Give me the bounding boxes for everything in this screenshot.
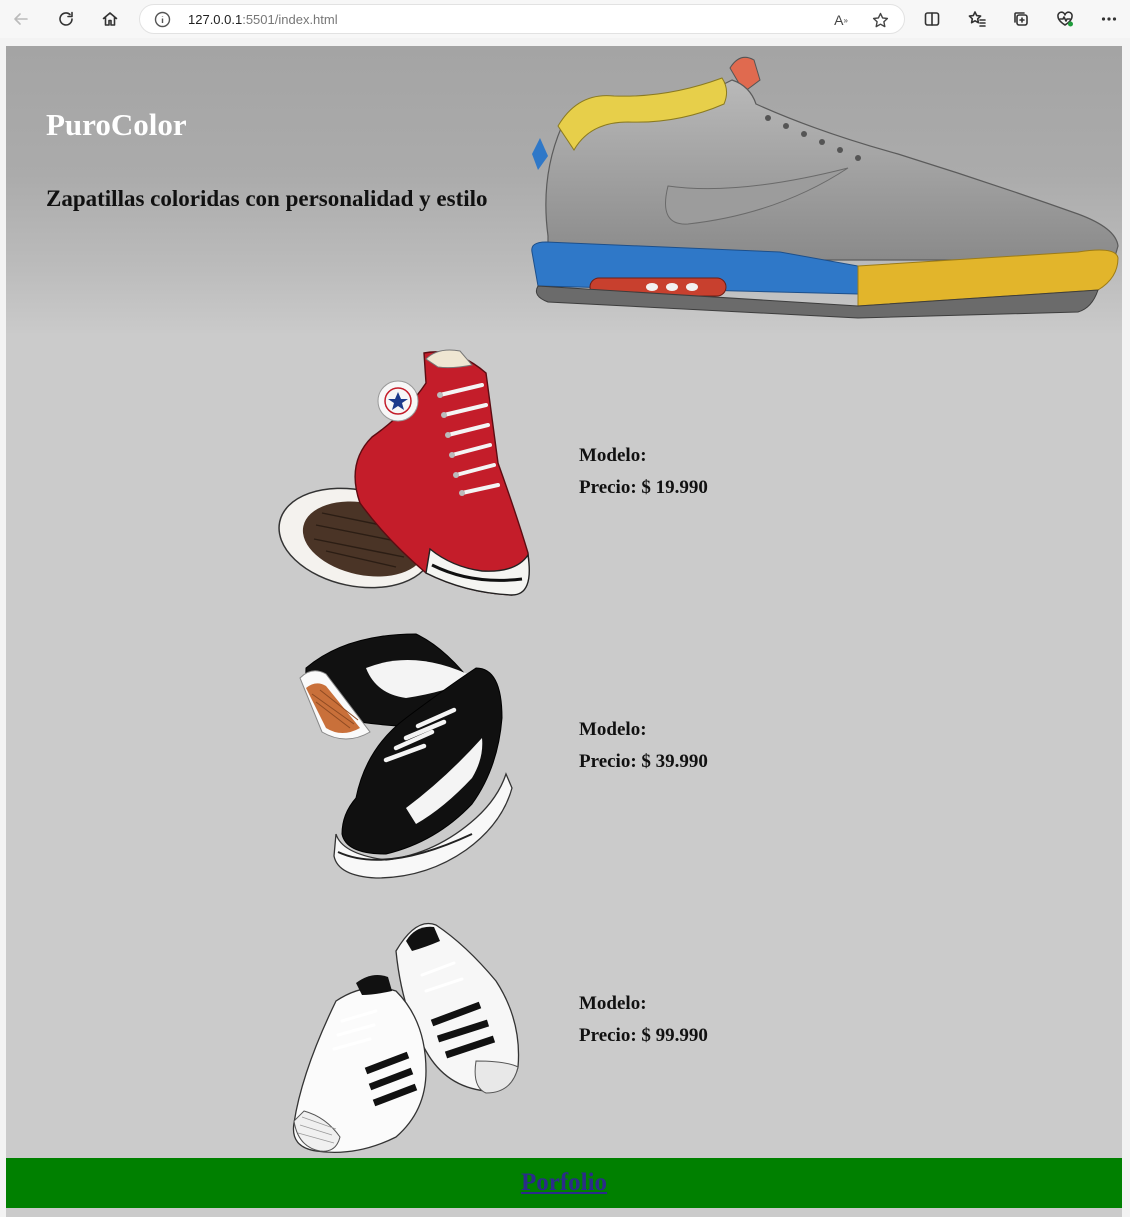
product-image [276, 628, 538, 898]
read-aloud-icon[interactable]: A» [830, 9, 852, 31]
product-model-label: Modelo: [579, 719, 647, 740]
portfolio-link[interactable]: Porfolio [521, 1169, 607, 1197]
reload-icon [59, 11, 73, 26]
product-price: Precio: $ 99.990 [579, 1025, 708, 1046]
split-screen-button[interactable] [917, 4, 947, 34]
product-price: Precio: $ 39.990 [579, 751, 708, 772]
favorites-button[interactable] [962, 4, 992, 34]
arrow-left-icon [14, 13, 28, 25]
star-icon[interactable] [869, 9, 891, 31]
browser-toolbar: 127.0.0.1:5501/index.html A» [0, 0, 1130, 38]
site-title: PuroColor [46, 107, 187, 142]
more-menu-button[interactable] [1094, 4, 1124, 34]
page-footer: Porfolio [6, 1158, 1122, 1208]
product-card: Modelo: Precio: $ 39.990 [6, 628, 1122, 898]
product-price: Precio: $ 19.990 [579, 477, 708, 498]
browser-essentials-button[interactable] [1050, 4, 1080, 34]
product-info: Modelo: Precio: $ 19.990 [579, 440, 708, 504]
product-info: Modelo: Precio: $ 99.990 [579, 988, 708, 1052]
collections-button[interactable] [1006, 4, 1036, 34]
black-low-top-sneaker-image [299, 633, 513, 879]
home-icon [102, 12, 118, 26]
url-host: 127.0.0.1 [188, 12, 243, 27]
info-icon[interactable] [154, 11, 171, 28]
address-bar[interactable]: 127.0.0.1:5501/index.html A» [139, 4, 905, 34]
product-card: Modelo: Precio: $ 19.990 [6, 343, 1122, 613]
heart-pulse-icon [1057, 11, 1073, 27]
product-model-label: Modelo: [579, 445, 647, 466]
favorites-icon [968, 11, 986, 27]
url-text[interactable]: 127.0.0.1:5501/index.html [188, 12, 338, 27]
more-icon [1101, 17, 1117, 21]
reload-button[interactable] [51, 4, 81, 34]
white-striped-sneaker-image [292, 922, 520, 1154]
url-path: :5501/index.html [242, 12, 338, 27]
home-button[interactable] [95, 4, 125, 34]
split-screen-icon [924, 12, 940, 26]
collections-icon [1014, 12, 1028, 26]
product-info: Modelo: Precio: $ 39.990 [579, 714, 708, 778]
red-high-top-sneaker-image [278, 349, 530, 596]
site-tagline: Zapatillas coloridas con personalidad y … [46, 186, 488, 211]
product-model-label: Modelo: [579, 993, 647, 1014]
product-image [276, 343, 538, 613]
product-image [276, 911, 538, 1181]
product-card: Modelo: Precio: $ 99.990 [6, 911, 1122, 1181]
hero-banner: PuroColor Zapatillas coloridas con perso… [6, 46, 1122, 333]
page-viewport: PuroColor Zapatillas coloridas con perso… [6, 46, 1122, 1217]
back-button[interactable] [6, 4, 36, 34]
hero-sneaker-image [531, 56, 1119, 319]
